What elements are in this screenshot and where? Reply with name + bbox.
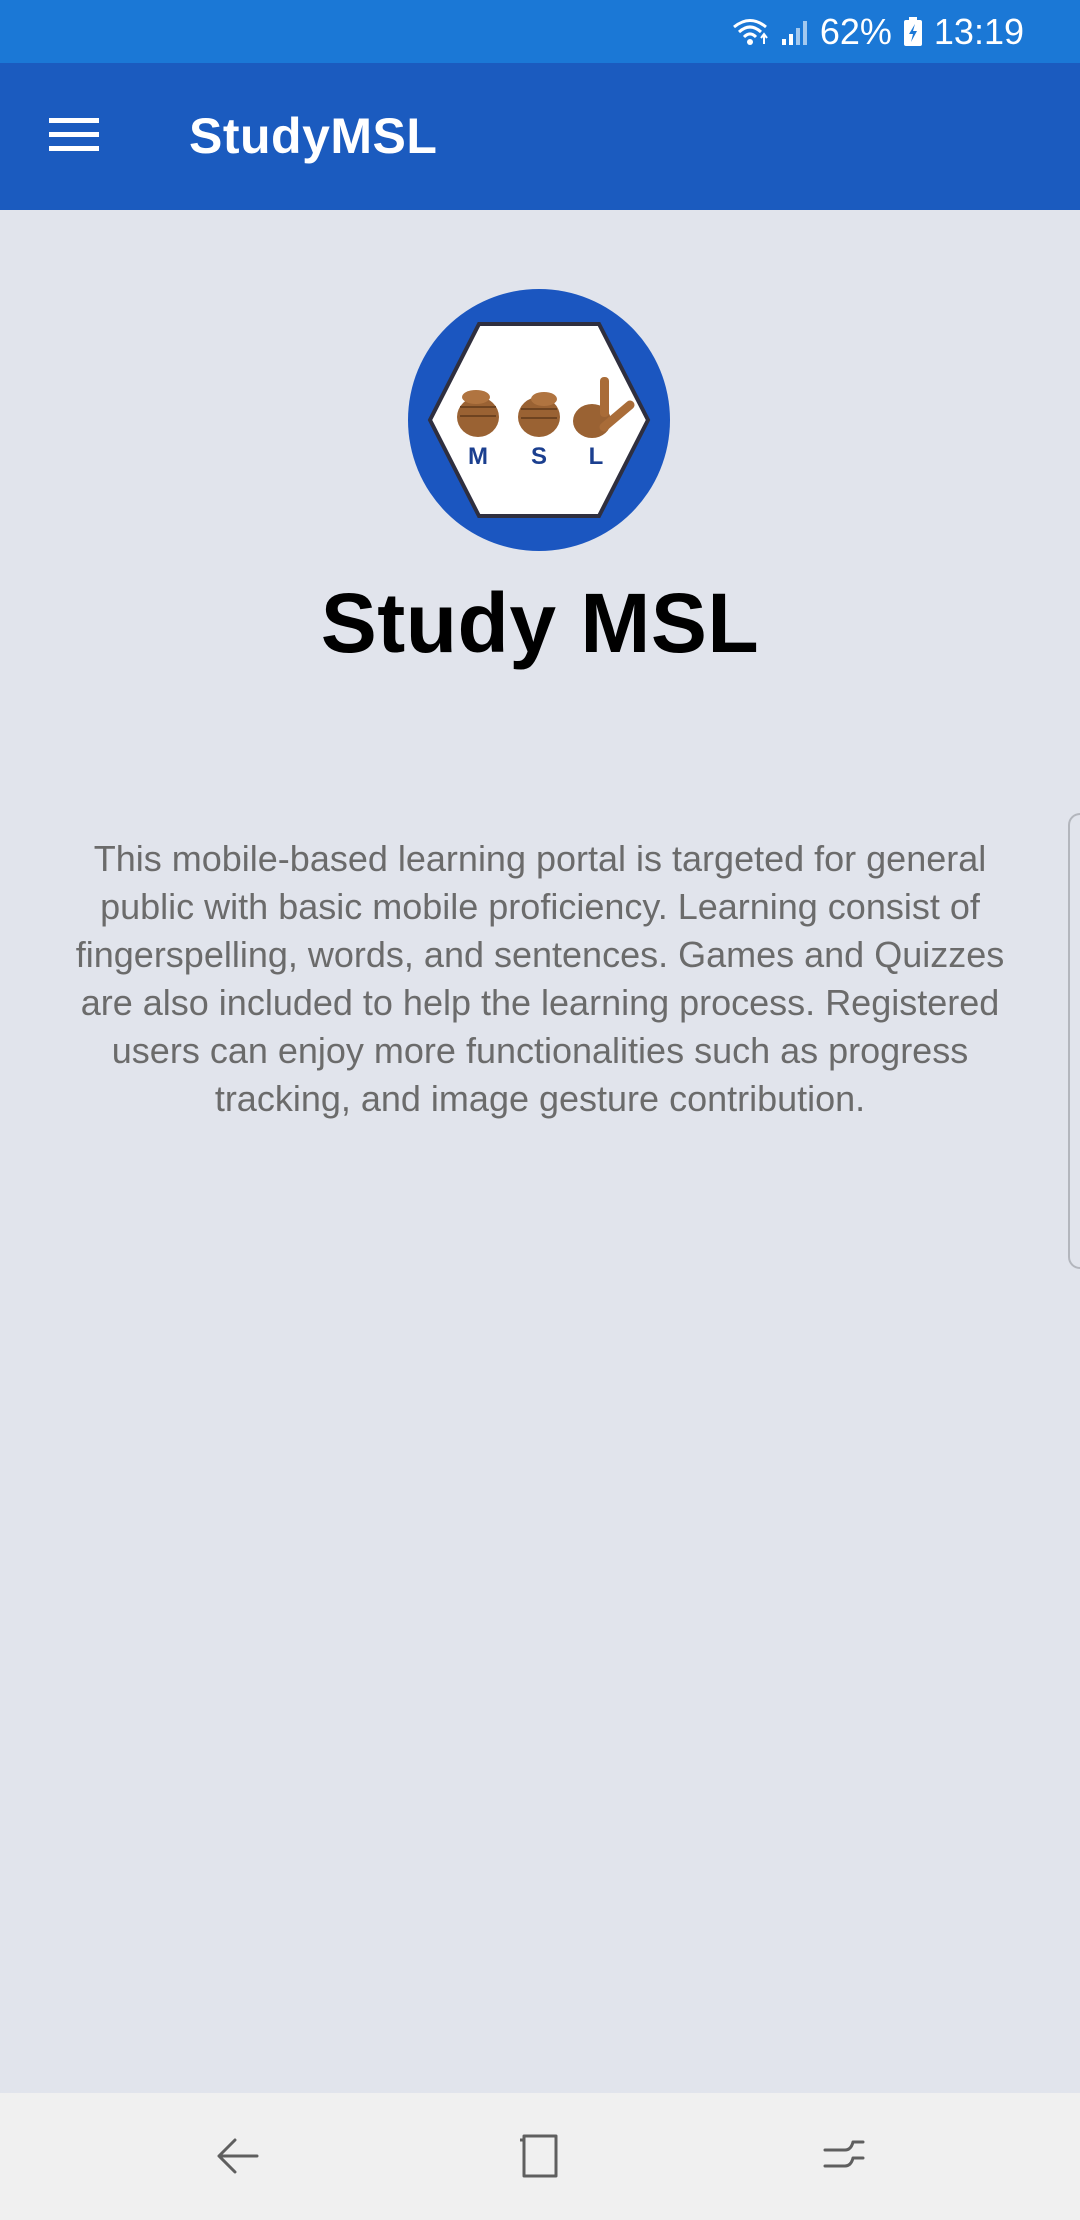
hamburger-menu-icon xyxy=(49,116,99,159)
navigation-bar xyxy=(0,2093,1080,2220)
app-description: This mobile-based learning portal is tar… xyxy=(75,838,1005,1119)
home-button[interactable] xyxy=(500,2123,580,2193)
app-logo: M S L xyxy=(408,289,670,551)
page-title: Study MSL xyxy=(320,576,760,670)
battery-percent: 62% xyxy=(819,10,892,52)
wifi-icon xyxy=(730,16,770,48)
status-bar: 62% 13:19 xyxy=(0,0,1080,63)
recents-button[interactable] xyxy=(803,2123,883,2193)
recents-icon xyxy=(819,2132,867,2185)
main-content: M S L Study MSL This mobile-based learni… xyxy=(0,210,1080,2093)
status-indicators: 62% 13:19 xyxy=(730,0,1024,63)
back-icon xyxy=(213,2132,261,2185)
signal-icon xyxy=(780,17,810,47)
back-button[interactable] xyxy=(197,2123,277,2193)
logo-letter-m: M xyxy=(468,443,488,470)
logo-letter-l: L xyxy=(589,443,604,470)
app-title: StudyMSL xyxy=(189,108,438,164)
edge-panel-handle[interactable] xyxy=(1068,813,1080,1269)
logo-letter-s: S xyxy=(531,443,547,470)
app-bar: StudyMSL xyxy=(0,63,1080,210)
battery-charging-icon xyxy=(902,16,924,48)
clock: 13:19 xyxy=(933,10,1024,52)
home-icon xyxy=(516,2132,564,2185)
menu-button[interactable] xyxy=(26,99,122,175)
